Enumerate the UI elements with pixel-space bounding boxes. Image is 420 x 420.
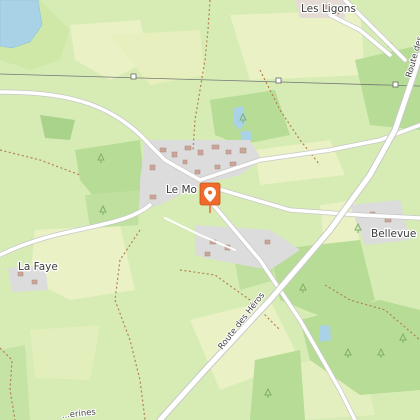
pond: [320, 325, 331, 342]
pond: [240, 130, 252, 141]
place-label-le-mont: Le Mo: [166, 184, 197, 196]
forest-area: [0, 345, 30, 420]
place-label-la-faye: La Faye: [18, 261, 58, 273]
place-label-bellevue: Bellevue: [371, 228, 416, 240]
place-label-les-ligons: Les Ligons: [301, 3, 356, 15]
forest-area: [250, 350, 305, 420]
map-canvas[interactable]: Les Ligons Le Mo Bellevue La Faye Route …: [0, 0, 420, 420]
meadow-area: [30, 325, 100, 380]
